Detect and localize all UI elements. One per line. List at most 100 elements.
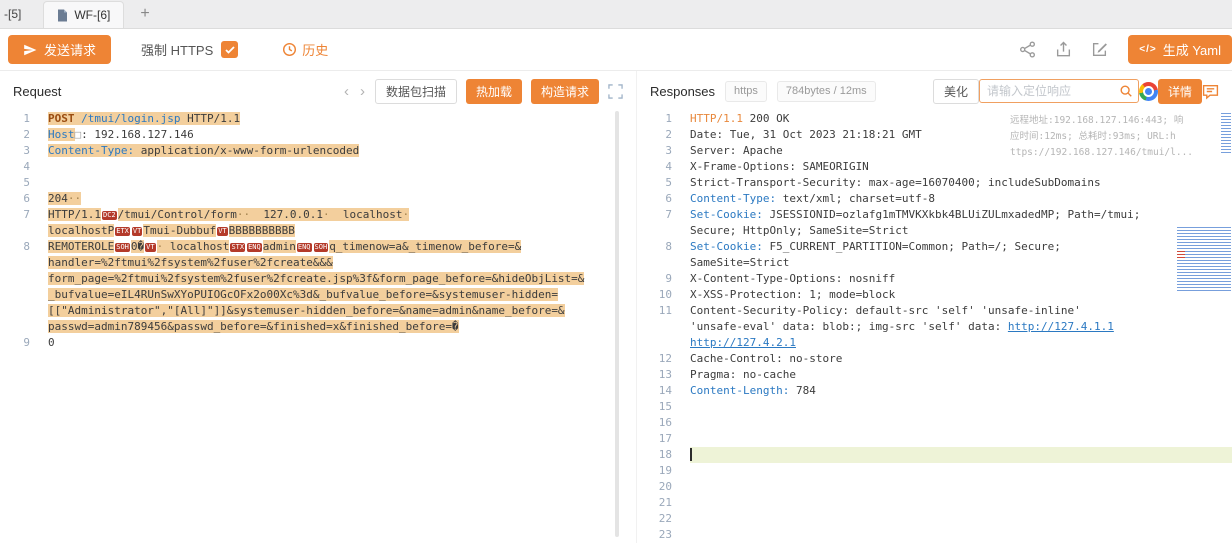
new-tab-button[interactable]: + bbox=[140, 6, 149, 22]
control-char: ENQ bbox=[297, 243, 312, 252]
code-line[interactable]: Secure; HttpOnly; SameSite=Strict bbox=[637, 223, 1232, 239]
construct-request-button[interactable]: 构造请求 bbox=[531, 79, 599, 104]
beautify-button[interactable]: 美化 bbox=[933, 79, 979, 104]
line-number bbox=[637, 335, 682, 351]
minimap-marks-top bbox=[1221, 113, 1231, 153]
code-segment: localhostP bbox=[48, 224, 114, 237]
previous-tab-label[interactable]: -[5] bbox=[4, 7, 21, 21]
chrome-icon-center bbox=[1143, 86, 1154, 97]
tab-wf-6[interactable]: WF-[6] bbox=[43, 1, 124, 28]
code-line[interactable]: 15 bbox=[637, 399, 1232, 415]
code-line[interactable]: SameSite=Strict bbox=[637, 255, 1232, 271]
code-line[interactable]: 14Content-Length: 784 bbox=[637, 383, 1232, 399]
code-line[interactable]: 4X-Frame-Options: SAMEORIGIN bbox=[637, 159, 1232, 175]
line-number: 6 bbox=[0, 191, 40, 207]
code-line[interactable]: http://127.4.2.1 bbox=[637, 335, 1232, 351]
line-text: Set-Cookie: JSESSIONID=ozlafg1mTMVKXkbk4… bbox=[690, 207, 1232, 223]
code-line[interactable]: 17 bbox=[637, 431, 1232, 447]
generate-yaml-button[interactable]: </> 生成 Yaml bbox=[1128, 35, 1232, 64]
code-line[interactable]: 13Pragma: no-cache bbox=[637, 367, 1232, 383]
code-segment: 0 bbox=[48, 336, 55, 349]
line-number bbox=[637, 255, 682, 271]
minimap[interactable] bbox=[1176, 111, 1232, 543]
request-editor[interactable]: 1POST /tmui/login.jsp HTTP/1.12Host□: 19… bbox=[0, 111, 636, 543]
line-text: Secure; HttpOnly; SameSite=Strict bbox=[690, 223, 1232, 239]
search-icon[interactable] bbox=[1119, 84, 1133, 98]
line-text: X-Content-Type-Options: nosniff bbox=[690, 271, 1232, 287]
share-button[interactable] bbox=[1014, 37, 1040, 63]
code-segment: Content-Length: bbox=[690, 384, 789, 397]
code-line[interactable]: localhostPETXVTTmui-DubbufVTBBBBBBBBBB bbox=[0, 223, 636, 239]
code-line[interactable]: 19 bbox=[637, 463, 1232, 479]
code-line[interactable]: 18 bbox=[637, 447, 1232, 463]
packet-scan-button[interactable]: 数据包扫描 bbox=[375, 79, 457, 104]
code-line[interactable]: 90 bbox=[0, 335, 636, 351]
hot-reload-button[interactable]: 热加载 bbox=[466, 79, 522, 104]
code-segment: 127.0.0.1 bbox=[250, 208, 323, 221]
code-line[interactable]: 8Set-Cookie: F5_CURRENT_PARTITION=Common… bbox=[637, 239, 1232, 255]
code-line[interactable]: 7HTTP/1.1DC2/tmui/Control/form·· 127.0.0… bbox=[0, 207, 636, 223]
line-text: X-XSS-Protection: 1; mode=block bbox=[690, 287, 1232, 303]
chrome-browser-icon[interactable] bbox=[1139, 82, 1158, 101]
code-line[interactable]: 8REMOTEROLESOH0�VT· localhostSTXENQadmin… bbox=[0, 239, 636, 255]
request-scrollbar[interactable] bbox=[615, 111, 619, 537]
code-line[interactable]: 20 bbox=[637, 479, 1232, 495]
line-text bbox=[690, 415, 1232, 431]
line-number: 19 bbox=[637, 463, 682, 479]
line-number: 7 bbox=[637, 207, 682, 223]
response-search-input[interactable] bbox=[987, 84, 1119, 98]
code-line[interactable]: handler=%2ftmui%2fsystem%2fuser%2fcreate… bbox=[0, 255, 636, 271]
code-line[interactable]: 9X-Content-Type-Options: nosniff bbox=[637, 271, 1232, 287]
code-line[interactable]: 1HTTP/1.1 200 OK bbox=[637, 111, 1232, 127]
line-text: Pragma: no-cache bbox=[690, 367, 1232, 383]
history-button[interactable]: 历史 bbox=[282, 40, 328, 59]
request-header-actions: ‹ › 数据包扫描 热加载 构造请求 bbox=[343, 79, 623, 104]
details-button[interactable]: 详情 bbox=[1158, 79, 1202, 104]
response-panel-header: Responses https 784bytes / 12ms 美化 详情 bbox=[637, 71, 1232, 111]
feedback-comment-icon[interactable] bbox=[1202, 83, 1219, 100]
code-line[interactable]: 5 bbox=[0, 175, 636, 191]
line-number bbox=[0, 271, 40, 287]
code-line[interactable]: 5Strict-Transport-Security: max-age=1607… bbox=[637, 175, 1232, 191]
code-line[interactable]: 12Cache-Control: no-store bbox=[637, 351, 1232, 367]
send-icon bbox=[23, 43, 37, 57]
code-line[interactable]: 1POST /tmui/login.jsp HTTP/1.1 bbox=[0, 111, 636, 127]
code-segment: : 192.168.127.146 bbox=[81, 128, 194, 141]
line-number: 5 bbox=[0, 175, 40, 191]
code-line[interactable]: 10 X-XSS-Protection: 1; mode=block bbox=[637, 287, 1232, 303]
code-line[interactable]: 6204·· bbox=[0, 191, 636, 207]
code-line[interactable]: 2Date: Tue, 31 Oct 2023 21:18:21 GMT bbox=[637, 127, 1232, 143]
code-line[interactable]: 3Content-Type: application/x-www-form-ur… bbox=[0, 143, 636, 159]
code-line[interactable]: 11Content-Security-Policy: default-src '… bbox=[637, 303, 1232, 319]
control-char: VT bbox=[217, 227, 227, 236]
chevron-right-icon[interactable]: › bbox=[359, 84, 366, 99]
code-segment: [["Administrator","[All]"]]&systemuser-h… bbox=[48, 304, 565, 317]
generate-yaml-label: 生成 Yaml bbox=[1163, 40, 1221, 59]
code-line[interactable]: [["Administrator","[All]"]]&systemuser-h… bbox=[0, 303, 636, 319]
send-request-button[interactable]: 发送请求 bbox=[8, 35, 111, 64]
code-line[interactable]: passwd=admin789456&passwd_before=&finish… bbox=[0, 319, 636, 335]
chevron-left-icon[interactable]: ‹ bbox=[343, 84, 350, 99]
line-text: [["Administrator","[All]"]]&systemuser-h… bbox=[48, 303, 636, 319]
code-line[interactable]: 4 bbox=[0, 159, 636, 175]
code-line[interactable]: 'unsafe-eval' data: blob:; img-src 'self… bbox=[637, 319, 1232, 335]
code-line[interactable]: form_page=%2ftmui%2fsystem%2fuser%2fcrea… bbox=[0, 271, 636, 287]
fullscreen-icon[interactable] bbox=[608, 84, 623, 99]
code-segment: HTTP/1.1 bbox=[690, 112, 743, 125]
code-line[interactable]: 2Host□: 192.168.127.146 bbox=[0, 127, 636, 143]
code-segment: ·· bbox=[68, 192, 81, 205]
code-line[interactable]: 6Content-Type: text/xml; charset=utf-8 bbox=[637, 191, 1232, 207]
edit-button[interactable] bbox=[1086, 37, 1112, 63]
code-line[interactable]: 16 bbox=[637, 415, 1232, 431]
response-editor[interactable]: 远程地址:192.168.127.146:443; 响 应时间:12ms; 总耗… bbox=[637, 111, 1232, 543]
code-line[interactable]: _bufvalue=eIL4RUnSwXYoPUIOGcOFx2o00Xc%3d… bbox=[0, 287, 636, 303]
export-button[interactable] bbox=[1050, 37, 1076, 63]
code-line[interactable]: 3Server: Apache bbox=[637, 143, 1232, 159]
code-line[interactable]: 23 bbox=[637, 527, 1232, 543]
code-line[interactable]: 22 bbox=[637, 511, 1232, 527]
line-number: 3 bbox=[637, 143, 682, 159]
line-number: 10 bbox=[637, 287, 682, 303]
code-line[interactable]: 7 Set-Cookie: JSESSIONID=ozlafg1mTMVKXkbk… bbox=[637, 207, 1232, 223]
code-line[interactable]: 21 bbox=[637, 495, 1232, 511]
force-https-checkbox[interactable] bbox=[221, 41, 238, 58]
